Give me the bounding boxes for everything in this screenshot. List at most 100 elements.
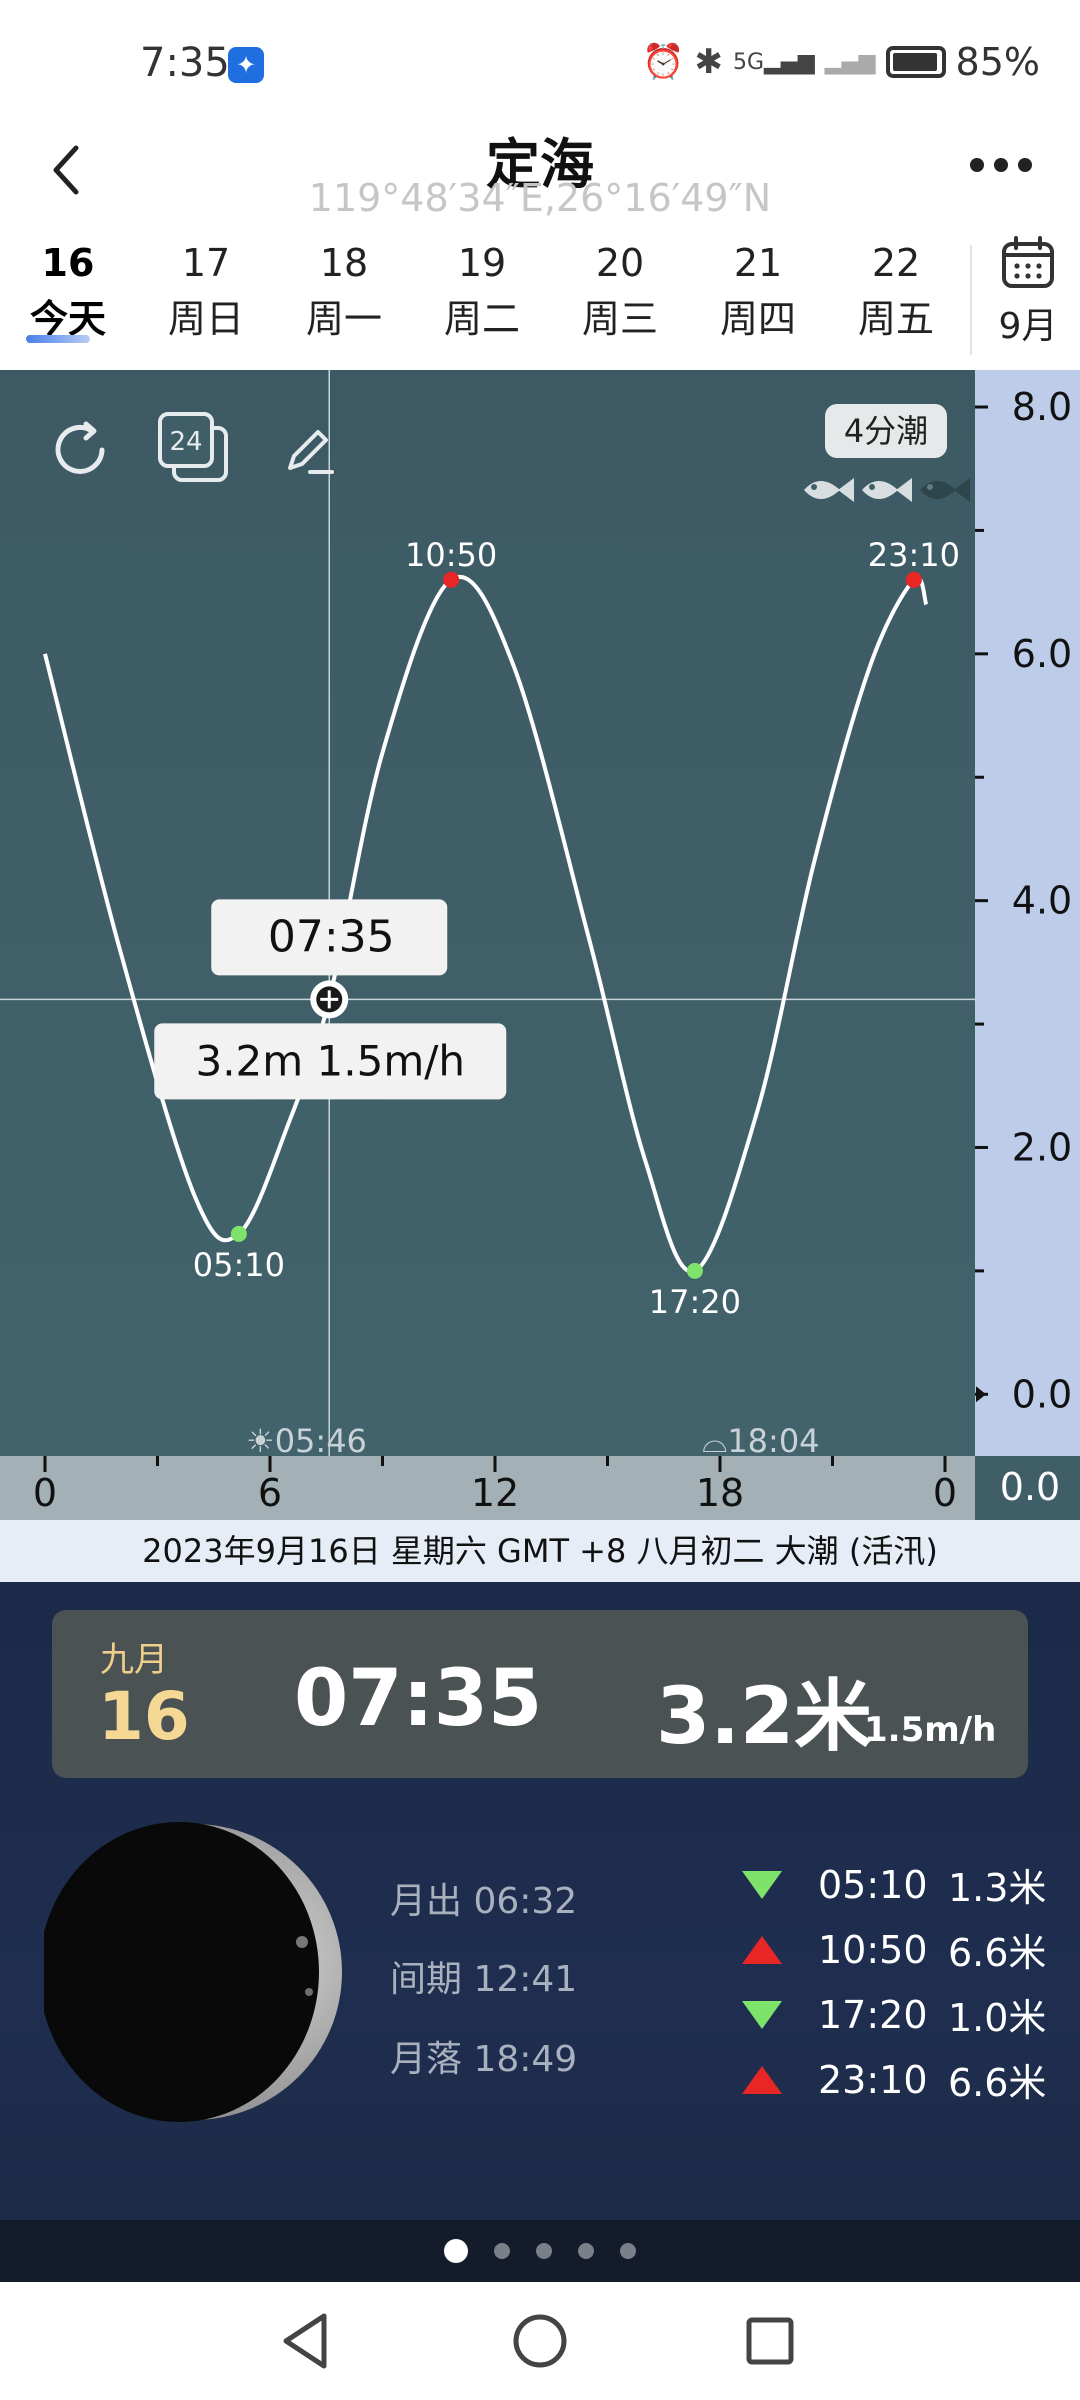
tide-list-item: 23:10 6.6米 [740, 2047, 1046, 2112]
tide-list-item: 17:20 1.0米 [740, 1982, 1046, 2047]
day-number: 18 [319, 241, 369, 285]
low-tide-triangle-icon [742, 2000, 782, 2029]
tide-chart-svg[interactable]: 0.0 8.0 6.0 4.0 2.0 0.0 0 6 12 18 0 05:10 10:50 17… [0, 370, 1080, 1520]
refresh-icon[interactable] [44, 414, 116, 486]
calendar-icon[interactable] [1000, 235, 1056, 291]
y-base-label: 0.0 [1000, 1465, 1060, 1509]
edit-pencil-icon[interactable] [280, 420, 340, 480]
day-label: 周四 [719, 297, 796, 341]
day-label: 周三 [581, 297, 658, 341]
chart-plot-area [0, 370, 975, 1456]
24-hour-label: 24 [169, 427, 202, 457]
x-tick-label: 0 [33, 1471, 57, 1515]
cursor-value-label: 3.2m 1.5m/h [195, 1036, 465, 1085]
tide-height: 6.6米 [948, 1931, 1047, 1975]
current-tide-card: 九月 16 07:35 3.2米 1.5m/h [52, 1610, 1028, 1778]
moonrise-text: 月出 06:32 [390, 1881, 578, 1922]
page-indicator[interactable] [0, 2220, 1080, 2282]
fish-icon [862, 478, 912, 502]
sunset-label: ⌓18:04 [702, 1422, 820, 1460]
day-tab-19[interactable]: 19 周二 [422, 235, 542, 347]
day-tab-18[interactable]: 18 周一 [284, 235, 404, 347]
moon-phase-image [44, 1822, 342, 2122]
high-tide-triangle-icon [742, 2065, 782, 2094]
signal-icon: ▂▄▆ [824, 49, 876, 75]
app-header: 定海 119°48′34″E,26°16′49″N [0, 120, 1080, 230]
location-coordinates: 119°48′34″E,26°16′49″N [308, 176, 772, 220]
day-number: 21 [733, 241, 783, 285]
y-tick-label: 6.0 [1012, 632, 1072, 676]
high-tide-triangle-icon [742, 1935, 782, 1964]
page-dot-active[interactable] [444, 2239, 468, 2263]
tips-bulb-icon: ✦ [228, 47, 264, 83]
extreme-time-label: 05:10 [193, 1246, 285, 1284]
nav-home-icon[interactable] [505, 2306, 575, 2376]
tide-extremes-list: 05:10 1.3米 10:50 6.6米 17:20 1.0米 23:10 6… [740, 1852, 1046, 2112]
day-number: 19 [457, 241, 507, 285]
more-options-icon[interactable] [970, 150, 1040, 180]
tide-detail-panel: 九月 16 07:35 3.2米 1.5m/h 月出 06:32 间期 12:4… [0, 1582, 1080, 2282]
tide-height: 1.0米 [948, 1996, 1047, 2040]
tide-time: 17:20 [818, 1992, 928, 2037]
day-tab-22[interactable]: 22 周五 [836, 235, 956, 347]
page-dot[interactable] [494, 2243, 510, 2259]
y-tick-label: 2.0 [1012, 1125, 1072, 1169]
card-day: 16 [98, 1678, 190, 1755]
extreme-point [905, 571, 922, 588]
card-time: 07:35 [294, 1654, 543, 1744]
sunrise-time: 05:46 [275, 1422, 367, 1460]
24-hour-toggle-icon[interactable]: 24 [156, 410, 232, 486]
battery-level: 85% [955, 40, 1040, 84]
x-tick-label: 0 [933, 1471, 957, 1515]
sunrise-label: ☀05:46 [246, 1422, 367, 1460]
status-icons: ⏰ ✱ 5G▂▄▆ ▂▄▆ 85% [642, 40, 1040, 84]
cursor-time-label: 07:35 [268, 911, 395, 962]
tide-list-item: 10:50 6.6米 [740, 1917, 1046, 1982]
day-number: 22 [871, 241, 921, 285]
day-tab-17[interactable]: 17 周日 [146, 235, 266, 347]
sunset-icon: ⌓ [702, 1422, 727, 1460]
low-tide-triangle-icon [742, 1870, 782, 1899]
x-tick-label: 6 [258, 1471, 282, 1515]
extreme-time-label: 10:50 [405, 536, 497, 574]
extreme-point [686, 1262, 703, 1279]
calendar-month-label[interactable]: 9月 [990, 297, 1066, 349]
day-label: 周一 [305, 297, 382, 341]
tide-type-badge[interactable]: 4分潮 [825, 404, 947, 458]
page-dot[interactable] [578, 2243, 594, 2259]
day-label: 周二 [443, 297, 520, 341]
day-number: 20 [595, 241, 645, 285]
page-dot[interactable] [536, 2243, 552, 2259]
tide-height: 6.6米 [948, 2061, 1047, 2105]
y-tick-label: 0.0 [1012, 1372, 1072, 1416]
page-dot[interactable] [620, 2243, 636, 2259]
calendar-separator [970, 245, 972, 355]
tide-time: 05:10 [818, 1862, 928, 1907]
card-height: 3.2米 [656, 1672, 873, 1762]
day-number: 17 [181, 241, 231, 285]
fish-icon-dim [920, 478, 970, 502]
day-label: 周日 [167, 297, 244, 341]
sunrise-icon: ☀ [246, 1422, 275, 1460]
extreme-point [443, 571, 460, 588]
day-tab-16[interactable]: 16 今天 [8, 235, 128, 347]
tide-chart[interactable]: 0.0 8.0 6.0 4.0 2.0 0.0 0 6 12 18 0 05:10 10:50 17… [0, 370, 1080, 1520]
tide-list-item: 05:10 1.3米 [740, 1852, 1046, 1917]
fishing-rating [800, 470, 972, 510]
y-tick-label: 4.0 [1012, 879, 1072, 923]
nav-recents-icon[interactable] [735, 2306, 805, 2376]
extreme-time-label: 23:10 [868, 536, 960, 574]
lunar-month: 九月 [100, 1640, 168, 1680]
day-tab-20[interactable]: 20 周三 [560, 235, 680, 347]
alarm-icon: ⏰ [642, 42, 685, 82]
date-info-line: 2023年9月16日 星期六 GMT +8 八月初二 大潮 (活汛) [0, 1520, 1080, 1582]
date-strip: 16 今天 17 周日 18 周一 19 周二 20 周三 21 周四 22 周… [0, 235, 1080, 367]
card-rate: 1.5m/h [864, 1710, 997, 1750]
extreme-point [230, 1225, 247, 1242]
active-day-indicator [26, 335, 90, 343]
x-axis: 0 6 12 18 0 [0, 1456, 975, 1520]
day-tab-21[interactable]: 21 周四 [698, 235, 818, 347]
signal-5g-icon: 5G▂▄▆ [732, 49, 815, 75]
nav-back-icon[interactable] [272, 2306, 342, 2376]
system-nav-bar [0, 2282, 1080, 2400]
